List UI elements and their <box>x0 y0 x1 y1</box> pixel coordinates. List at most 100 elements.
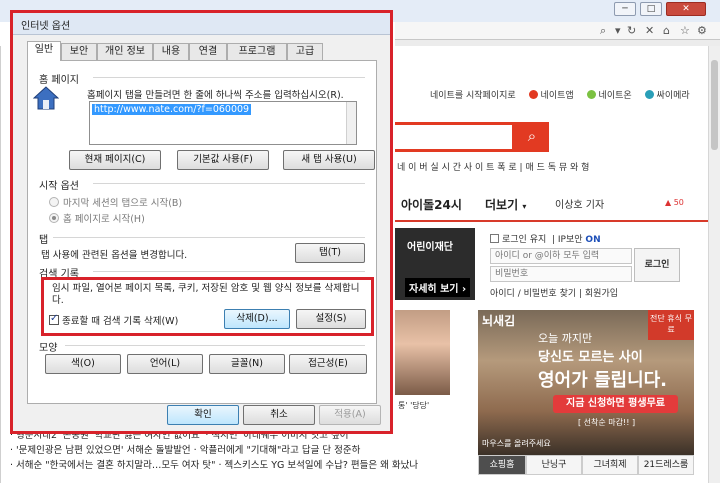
homepage-url-value[interactable]: http://www.nate.com/?f=060009 <box>92 104 252 115</box>
tab-advanced[interactable]: 고급 <box>287 43 323 60</box>
tab-connections[interactable]: 연결 <box>189 43 227 60</box>
favorites-star-icon[interactable]: ☆ <box>680 24 690 37</box>
ip-security-state[interactable]: ON <box>585 235 600 245</box>
start-homepage-radio[interactable]: 홈 페이지로 시작(H) <box>49 211 145 225</box>
nateon-icon <box>586 90 596 99</box>
apply-button[interactable]: 적용(A) <box>319 405 381 425</box>
nate-app-icon <box>528 90 538 99</box>
dialog-titlebar[interactable]: 인터넷 옵션 <box>13 13 390 35</box>
nav-item-reporter[interactable]: 이상호 기자 <box>555 196 604 211</box>
close-button[interactable]: ✕ <box>666 2 706 16</box>
english-ad-banner[interactable]: 뇌새김 전단 휴식 무료 오늘 까지만 당신도 모르는 사이 영어가 들립니다.… <box>478 310 694 455</box>
address-bar[interactable]: ⌕ ▾ ↻ ✕ ⌂ ☆ ⚙ <box>395 22 720 40</box>
link-cymera[interactable]: 싸이메라 <box>644 90 690 101</box>
minimize-button[interactable]: ─ <box>614 2 636 16</box>
tabs-group-label: 탭 <box>39 235 49 246</box>
nav-item-idol[interactable]: 아이돌24시 <box>401 196 462 213</box>
start-last-session-label: 마지막 세션의 탭으로 시작(B) <box>63 198 183 209</box>
checkbox-checked <box>49 313 59 325</box>
login-links[interactable]: 아이디 / 비밀번호 찾기 | 회원가입 <box>490 286 618 299</box>
shop-tab-4[interactable]: 21드레스룸 <box>638 455 694 475</box>
nav-count: ▲ 50 <box>665 198 684 207</box>
use-current-button[interactable]: 현재 페이지(C) <box>69 150 161 170</box>
login-box: 로그인 유지 | IP보안 ON 아이디 or @이하 모두 입력 비밀번호 로… <box>482 228 682 300</box>
search-keyword-links[interactable]: 네 이 버 실 시 간 사 이 트 폭 로 | 매 드 독 뮤 와 형 <box>397 160 589 173</box>
search-icon[interactable]: ⌕ <box>600 24 606 38</box>
divider <box>65 345 365 346</box>
link-nateon[interactable]: 네이트온 <box>586 90 632 101</box>
cancel-button[interactable]: 취소 <box>243 405 315 425</box>
colors-button[interactable]: 색(O) <box>45 354 121 374</box>
charity-banner[interactable]: 어린이재단 자세히 보기 › <box>395 228 475 300</box>
refresh-icon[interactable]: ↻ <box>627 24 636 37</box>
history-highlight-box: 임시 파일, 열어본 페이지 목록, 쿠키, 저장된 암호 및 웹 양식 정보를… <box>41 277 374 336</box>
ad-line2: 당신도 모르는 사이 <box>538 350 643 365</box>
dialog-title: 인터넷 옵션 <box>21 21 71 32</box>
delete-history-button[interactable]: 삭제(D)... <box>224 309 290 329</box>
ip-security-label[interactable]: IP보안 <box>558 235 583 245</box>
shopping-tabs: 쇼핑홈 난닝구 그녀희제 21드레스룸 <box>478 455 694 475</box>
nav-item-more[interactable]: 더보기 ▾ <box>485 196 526 213</box>
link-set-homepage[interactable]: 네이트를 시작페이지로 <box>430 91 516 101</box>
login-password-input[interactable]: 비밀번호 <box>490 266 632 282</box>
login-id-input[interactable]: 아이디 or @이하 모두 입력 <box>490 248 632 264</box>
news-photo-caption[interactable]: 통' '당당' <box>398 400 429 411</box>
history-description: 임시 파일, 열어본 페이지 목록, 쿠키, 저장된 암호 및 웹 양식 정보를… <box>52 283 360 306</box>
login-button[interactable]: 로그인 <box>634 248 680 282</box>
appearance-group-label: 모양 <box>39 343 58 354</box>
dropdown-icon[interactable]: ▾ <box>615 24 621 37</box>
ad-footer: 마우스를 올려주세요 <box>482 439 551 448</box>
ok-button[interactable]: 확인 <box>167 405 239 425</box>
history-settings-button[interactable]: 설정(S) <box>296 309 366 329</box>
tab-general[interactable]: 일반 <box>27 41 61 61</box>
news-list: · 형준시대2' 손동원 '학교판 잃은 여자인 없어요' · 책지민 '아래쉐… <box>10 428 470 473</box>
tab-privacy[interactable]: 개인 정보 <box>97 43 153 60</box>
divider <box>93 271 365 272</box>
tabs-description: 탭 사용에 관련된 옵션을 변경합니다. <box>41 250 188 261</box>
banner-detail-button[interactable]: 자세히 보기 › <box>405 278 471 297</box>
portal-search-input[interactable] <box>395 122 515 152</box>
homepage-url-textarea[interactable]: http://www.nate.com/?f=060009 <box>89 101 357 145</box>
chevron-down-icon: ▾ <box>522 202 527 211</box>
shop-tab-3[interactable]: 그녀희제 <box>582 455 638 475</box>
fonts-button[interactable]: 글꼴(N) <box>209 354 285 374</box>
ad-line1: 오늘 까지만 <box>538 332 593 345</box>
divider <box>93 183 365 184</box>
login-options: 로그인 유지 | IP보안 ON <box>490 232 601 245</box>
accessibility-button[interactable]: 접근성(E) <box>289 354 367 374</box>
tab-content[interactable]: 내용 <box>153 43 189 60</box>
link-nate-app[interactable]: 네이트앱 <box>528 90 574 101</box>
remember-checkbox[interactable] <box>490 234 499 243</box>
ad-cta-button[interactable]: 지금 신청하면 평생무료 <box>553 395 678 413</box>
page-scrollbar[interactable] <box>708 46 720 483</box>
start-homepage-label: 홈 페이지로 시작(H) <box>63 214 145 225</box>
tab-programs[interactable]: 프로그램 <box>227 43 287 60</box>
close-tab-icon[interactable]: ✕ <box>645 24 654 37</box>
use-default-button[interactable]: 기본값 사용(F) <box>177 150 269 170</box>
tab-security[interactable]: 보안 <box>61 43 97 60</box>
news-item[interactable]: · '문제인광은 남편 있었으면' 서해순 돌발발언 · 악플러에게 "기대해"… <box>10 443 470 458</box>
homepage-group-label: 홈 페이지 <box>39 75 79 86</box>
news-item[interactable]: · 서해순 "한국에서는 결혼 하지말라…모두 여자 탓" · 젝스키스도 YG… <box>10 458 470 473</box>
gear-icon[interactable]: ⚙ <box>697 24 707 37</box>
languages-button[interactable]: 언어(L) <box>127 354 203 374</box>
startup-group-label: 시작 옵션 <box>39 181 79 192</box>
start-last-session-radio[interactable]: 마지막 세션의 탭으로 시작(B) <box>49 195 182 209</box>
ad-subtext: [ 선착순 마감!! ] <box>578 418 636 427</box>
maximize-button[interactable]: □ <box>640 2 662 16</box>
use-new-tab-button[interactable]: 새 탭 사용(U) <box>283 150 375 170</box>
news-photo[interactable] <box>395 310 450 395</box>
scrollbar-thumb[interactable] <box>711 60 718 150</box>
shop-tab-2[interactable]: 난닝구 <box>526 455 582 475</box>
portal-navbar: 아이돌24시 더보기 ▾ 이상호 기자 ▲ 50 <box>395 186 708 222</box>
shop-tab-home[interactable]: 쇼핑홈 <box>478 455 526 475</box>
ad-line3: 영어가 들립니다. <box>538 370 668 391</box>
top-links: 네이트를 시작페이지로 네이트앱 네이트온 싸이메라 <box>430 88 700 102</box>
ad-logo: 뇌새김 <box>482 314 516 328</box>
portal-search-button[interactable]: ⌕ <box>515 122 549 152</box>
textarea-scrollbar[interactable] <box>346 102 356 144</box>
home-icon[interactable]: ⌂ <box>663 24 670 37</box>
divider <box>93 77 365 78</box>
delete-on-exit-checkbox[interactable]: 종료할 때 검색 기록 삭제(W) <box>49 313 178 327</box>
tabs-settings-button[interactable]: 탭(T) <box>295 243 365 263</box>
